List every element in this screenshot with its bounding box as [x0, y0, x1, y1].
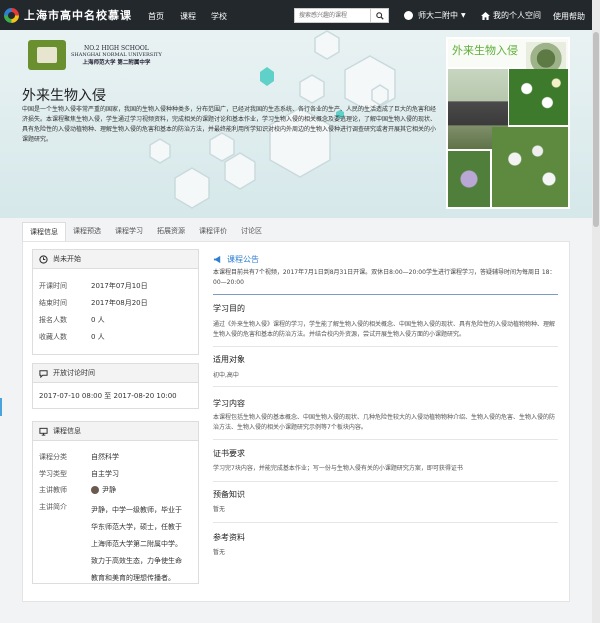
section-title-audience: 适用对象 [213, 355, 245, 364]
section-text-audience: 初中,高中 [213, 372, 239, 379]
start-date-value: 2017年07月10日 [91, 282, 148, 290]
search-input[interactable] [294, 8, 370, 23]
search-button[interactable] [370, 8, 389, 23]
favorite-count-value: 0 人 [91, 333, 105, 341]
school-seal-icon [28, 40, 66, 70]
top-navbar: 上海市高中名校慕课 首页 课程 学校 师大二附中 ▼ 我的个人空间 使用帮助 [0, 0, 600, 30]
personal-space-label: 我的个人空间 [493, 11, 541, 20]
study-type-value: 自主学习 [91, 470, 119, 478]
site-name: 上海市高中名校慕课 [24, 9, 132, 22]
section-text-references: 暂无 [213, 549, 226, 556]
end-date-value: 2017年08月20日 [91, 299, 148, 307]
announcement-title: 课程公告 [227, 255, 259, 264]
enroll-count-value: 0 人 [91, 316, 105, 324]
section-title-content: 学习内容 [213, 399, 245, 408]
monitor-icon [39, 427, 48, 436]
announcement-header: 课程公告 [213, 254, 259, 265]
megaphone-icon [213, 255, 221, 264]
tab-course-preselect[interactable]: 课程预选 [66, 222, 108, 241]
cover-title: 外来生物入侵 [452, 44, 518, 57]
discussion-time-panel: 开放讨论时间 2017-07-10 08:00 至 2017-08-20 10:… [32, 363, 199, 409]
course-tabs: 课程信息 课程预选 课程学习 拓展资源 课程评价 讨论区 [22, 222, 269, 241]
intro-line: 教育和美育的理想传播者。 [91, 574, 175, 582]
tab-extended-resources[interactable]: 拓展资源 [150, 222, 192, 241]
clock-icon [39, 254, 48, 264]
teacher-label: 主讲教师 [39, 486, 67, 494]
scrollbar-thumb[interactable] [593, 32, 599, 227]
intro-line: 华东师范大学，硕士，任教于 [91, 523, 182, 531]
favorite-count-label: 收藏人数 [39, 333, 67, 341]
divider [213, 522, 558, 523]
discussion-time-value: 2017-07-10 08:00 至 2017-08-20 10:00 [39, 392, 177, 400]
section-title-certificate: 证书要求 [213, 449, 245, 458]
discussion-time-title: 开放讨论时间 [53, 369, 95, 377]
course-banner: NO.2 HIGH SCHOOL SHANGHAI NORMAL UNIVERS… [0, 30, 592, 218]
school-logo: NO.2 HIGH SCHOOL SHANGHAI NORMAL UNIVERS… [28, 40, 162, 70]
teacher-avatar [91, 486, 99, 494]
divider [213, 481, 558, 482]
divider [213, 439, 558, 440]
nav-link-home[interactable]: 首页 [148, 11, 164, 22]
course-info-title: 课程信息 [53, 427, 81, 435]
section-text-certificate: 学习完7块内容，并能完成基本作业；写一份与生物入侵有关的小课题研究方案，即可获得… [213, 465, 463, 472]
site-logo[interactable]: 上海市高中名校慕课 [4, 7, 132, 23]
purple-flower-photo [448, 151, 490, 207]
course-description: 中国是一个生物入侵非常严重的国家，我国的生物入侵种种类多，分布范围广，已经对我国… [22, 106, 437, 143]
home-icon [481, 11, 490, 20]
tab-discussion[interactable]: 讨论区 [234, 222, 269, 241]
category-label: 课程分类 [39, 453, 67, 461]
white-flowers-photo [509, 69, 568, 125]
tab-course-info[interactable]: 课程信息 [22, 222, 66, 241]
announcement-text: 本课程目前共有7个视频，2017年7月1日到8月31日开课。双休日8:00—20… [213, 269, 556, 286]
logo-icon [4, 7, 19, 23]
teacher-intro-label: 主讲简介 [39, 503, 67, 511]
section-title-references: 参考资料 [213, 533, 245, 542]
section-text-purpose: 通过《外来生物入侵》课程的学习，学生能了解生物入侵的相关概念、中国生物入侵的现状… [213, 321, 556, 338]
course-cover-image: 外来生物入侵 [446, 37, 570, 209]
personal-space-link[interactable]: 我的个人空间 [481, 10, 541, 21]
avatar [404, 11, 413, 20]
enroll-count-label: 报名人数 [39, 316, 67, 324]
user-menu[interactable]: 师大二附中 ▼ [404, 10, 466, 21]
scrollbar[interactable] [592, 0, 600, 623]
shrub-flowers-photo [492, 127, 568, 207]
tab-course-study[interactable]: 课程学习 [108, 222, 150, 241]
divider [213, 346, 558, 347]
status-title: 尚未开始 [53, 255, 81, 263]
course-info-panel: 课程信息 课程分类 自然科学 学习类型 自主学习 主讲教师 尹静 主讲简介 尹静，中学… [32, 421, 199, 584]
section-text-prerequisites: 暂无 [213, 506, 226, 513]
school-name-cn: 上海师范大学 第二附属中学 [82, 59, 151, 66]
divider [213, 294, 558, 295]
intro-line: 上海师范大学第二附属中学。 [91, 540, 182, 548]
search-icon [375, 11, 384, 20]
course-info-content: 尚未开始 开课时间 2017年07月10日 结束时间 2017年08月20日 报名人… [22, 241, 570, 602]
study-type-label: 学习类型 [39, 470, 67, 478]
school-name-en-2: SHANGHAI NORMAL UNIVERSITY [71, 51, 162, 58]
teacher-name[interactable]: 尹静 [102, 485, 116, 495]
tab-course-review[interactable]: 课程评价 [192, 222, 234, 241]
category-value: 自然科学 [91, 453, 119, 461]
start-date-label: 开课时间 [39, 282, 67, 290]
teacher-intro: 尹静，中学一级教师，毕业于 华东师范大学，硕士，任教于 上海师范大学第二附属中学… [91, 502, 182, 587]
side-feedback-tab[interactable] [0, 398, 2, 416]
search-box [294, 8, 389, 23]
chat-icon [39, 369, 48, 378]
section-title-prerequisites: 预备知识 [213, 490, 245, 499]
section-text-content: 本课程包括生物入侵的基本概念、中国生物入侵的现状、几种危险性较大的入侵动植物物种… [213, 414, 556, 431]
course-title: 外来生物入侵 [22, 88, 106, 104]
user-name: 师大二附中 [418, 11, 458, 20]
chevron-down-icon: ▼ [461, 12, 466, 19]
school-name-en-1: NO.2 HIGH SCHOOL [84, 44, 149, 52]
divider [213, 386, 558, 387]
intro-line: 尹静，中学一级教师，毕业于 [91, 506, 182, 514]
intro-line: 致力于高效生态，力争使生命 [91, 557, 182, 565]
nav-link-schools[interactable]: 学校 [211, 11, 227, 22]
turtle-photo [526, 42, 566, 72]
end-date-label: 结束时间 [39, 299, 67, 307]
help-link[interactable]: 使用帮助 [553, 11, 585, 22]
nav-link-courses[interactable]: 课程 [180, 11, 196, 22]
section-title-purpose: 学习目的 [213, 304, 245, 313]
status-panel: 尚未开始 开课时间 2017年07月10日 结束时间 2017年08月20日 报名人… [32, 249, 199, 355]
